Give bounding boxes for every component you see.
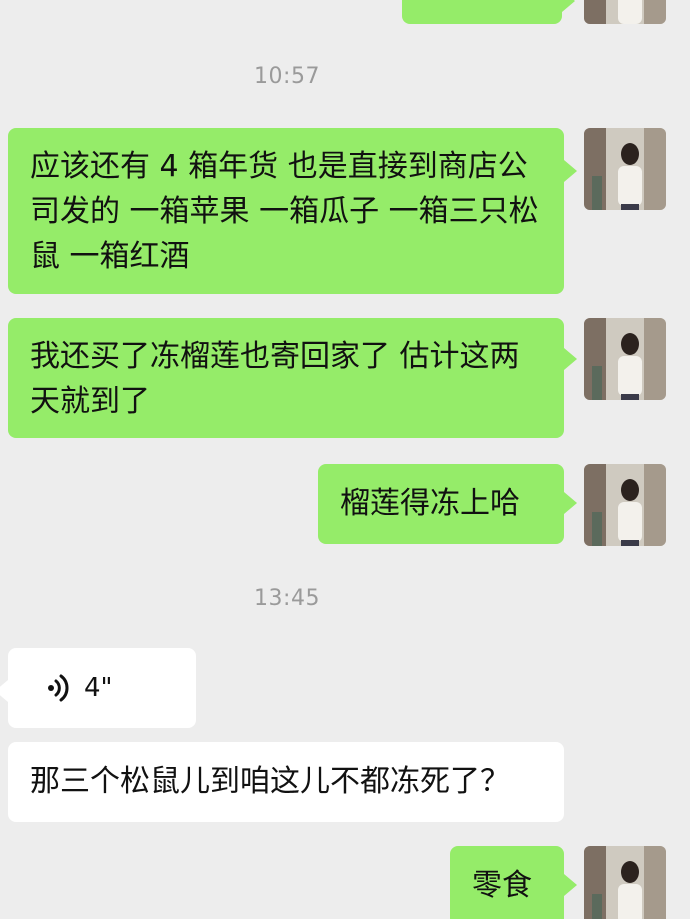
avatar-image (584, 846, 666, 919)
timestamp: 13:45 (254, 586, 320, 611)
message-bubble-mine[interactable]: 我还买了冻榴莲也寄回家了 估计这两天就到了 (8, 318, 564, 438)
bubble-tail (0, 680, 8, 702)
message-bubble-theirs[interactable]: 那三个松鼠儿到咱这儿不都冻死了？ (8, 742, 564, 822)
bubble-tail (564, 160, 577, 182)
voice-icon (46, 673, 70, 703)
chat-view: 10:57 应该还有 4 箱年货 也是直接到商店公司发的 一箱苹果 一箱瓜子 一… (0, 0, 690, 919)
avatar-image (584, 318, 666, 400)
message-bubble-mine[interactable]: 榴莲得冻上哈 (318, 464, 564, 544)
message-bubble-mine[interactable]: 应该还有 4 箱年货 也是直接到商店公司发的 一箱苹果 一箱瓜子 一箱三只松鼠 … (8, 128, 564, 294)
avatar-image (584, 128, 666, 210)
avatar-image (584, 0, 666, 24)
avatar[interactable] (584, 464, 666, 546)
bubble-tail (564, 348, 577, 370)
bubble-tail (564, 874, 577, 896)
avatar[interactable] (584, 318, 666, 400)
avatar[interactable] (584, 0, 666, 24)
avatar[interactable] (584, 846, 666, 919)
bubble-tail (564, 492, 577, 514)
bubble-tail (562, 0, 575, 12)
message-bubble-mine[interactable]: 零食 (450, 846, 564, 919)
avatar-image (584, 464, 666, 546)
avatar[interactable] (584, 128, 666, 210)
message-bubble-mine[interactable] (402, 0, 562, 24)
timestamp: 10:57 (254, 64, 320, 89)
voice-message-bubble[interactable]: 4" (8, 648, 196, 728)
voice-duration: 4" (84, 672, 113, 703)
